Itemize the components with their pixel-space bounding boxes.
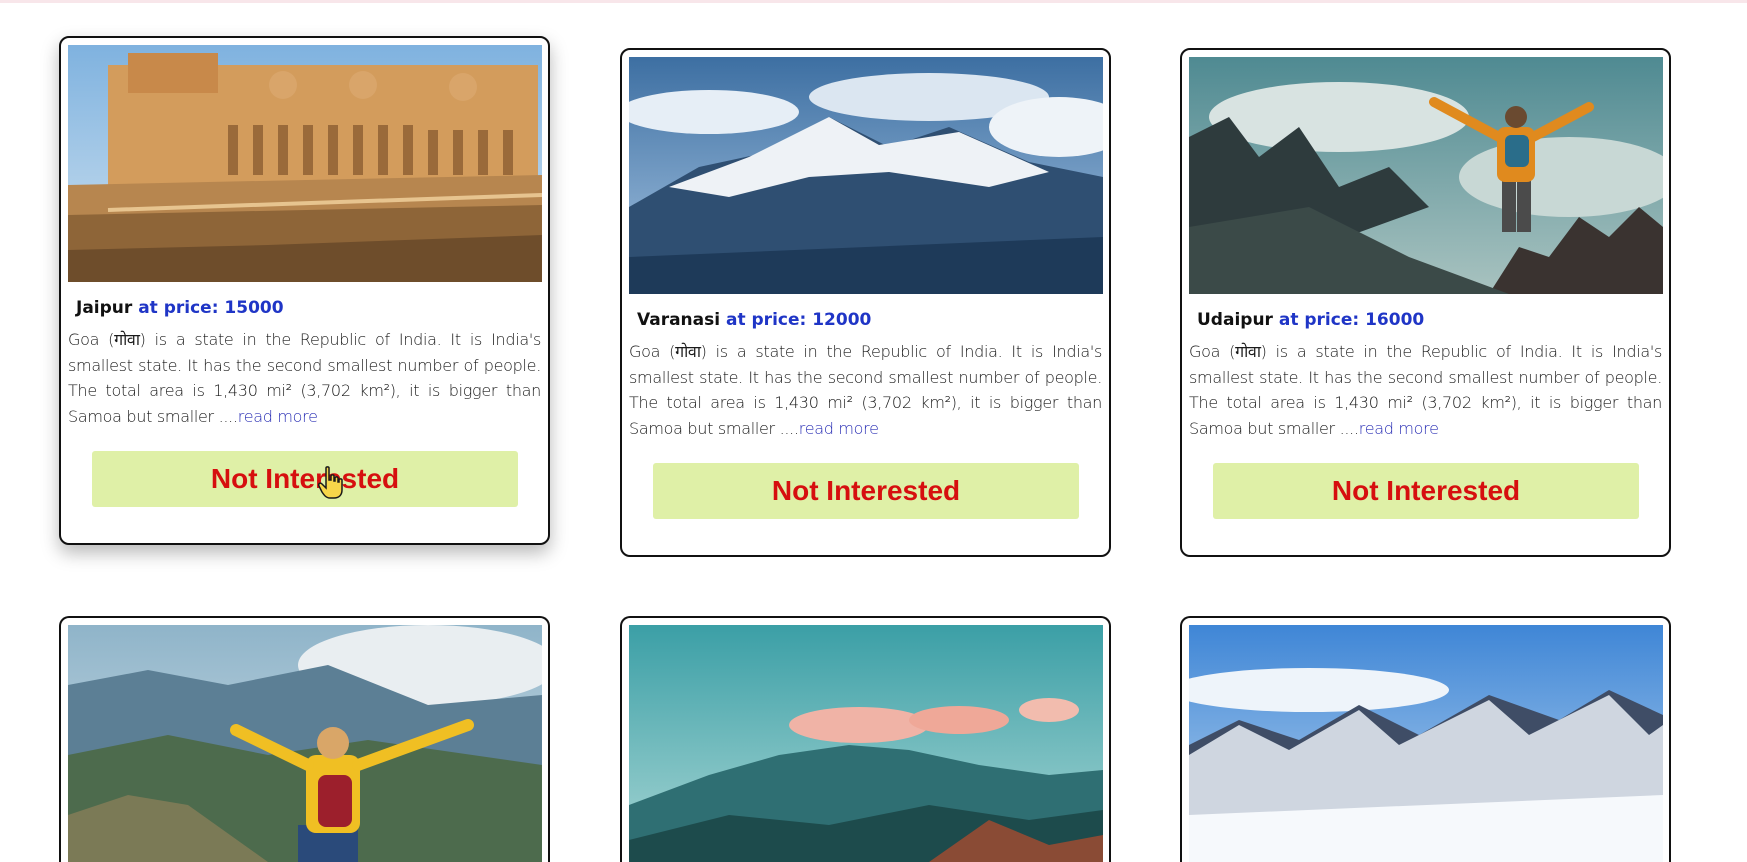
destination-card-udaipur[interactable]: Udaipur at price: 16000 Goa (गोवा) is a … xyxy=(1180,48,1671,557)
not-interested-button[interactable]: Not Interested xyxy=(1213,463,1639,519)
amber-fort-image xyxy=(68,45,542,282)
not-interested-button[interactable]: Not Interested xyxy=(653,463,1079,519)
destination-description: Goa (गोवा) is a state in the Republic of… xyxy=(68,327,541,429)
destination-description: Goa (गोवा) is a state in the Republic of… xyxy=(1189,339,1662,441)
destination-name: Varanasi xyxy=(637,310,721,330)
top-divider xyxy=(0,0,1747,3)
read-more-link[interactable]: read more xyxy=(238,407,318,426)
destination-card[interactable] xyxy=(59,616,550,862)
destination-card[interactable] xyxy=(620,616,1111,862)
destination-name: Udaipur xyxy=(1197,310,1273,330)
card-title: Udaipur at price: 16000 xyxy=(1197,310,1662,330)
read-more-link[interactable]: read more xyxy=(799,419,879,438)
destination-card-jaipur[interactable]: Jaipur at price: 15000 Goa (गोवा) is a s… xyxy=(59,36,550,545)
card-title: Varanasi at price: 12000 xyxy=(637,310,1102,330)
pink-clouds-mountain-image xyxy=(629,625,1103,862)
card-title: Jaipur at price: 15000 xyxy=(76,298,541,318)
destination-card-varanasi[interactable]: Varanasi at price: 12000 Goa (गोवा) is a… xyxy=(620,48,1111,557)
destination-name: Jaipur xyxy=(76,298,133,318)
hiker-on-peak-image xyxy=(1189,57,1663,294)
destination-price: at price: 15000 xyxy=(138,298,284,318)
snowy-mountain-image xyxy=(629,57,1103,294)
destination-price: at price: 16000 xyxy=(1278,310,1425,330)
woman-on-summit-image xyxy=(68,625,542,862)
destination-price: at price: 12000 xyxy=(726,310,872,330)
not-interested-button[interactable]: Not Interested xyxy=(92,451,518,507)
destination-description: Goa (गोवा) is a state in the Republic of… xyxy=(629,339,1102,441)
alpine-range-image xyxy=(1189,625,1663,862)
destination-card[interactable] xyxy=(1180,616,1671,862)
read-more-link[interactable]: read more xyxy=(1359,419,1439,438)
